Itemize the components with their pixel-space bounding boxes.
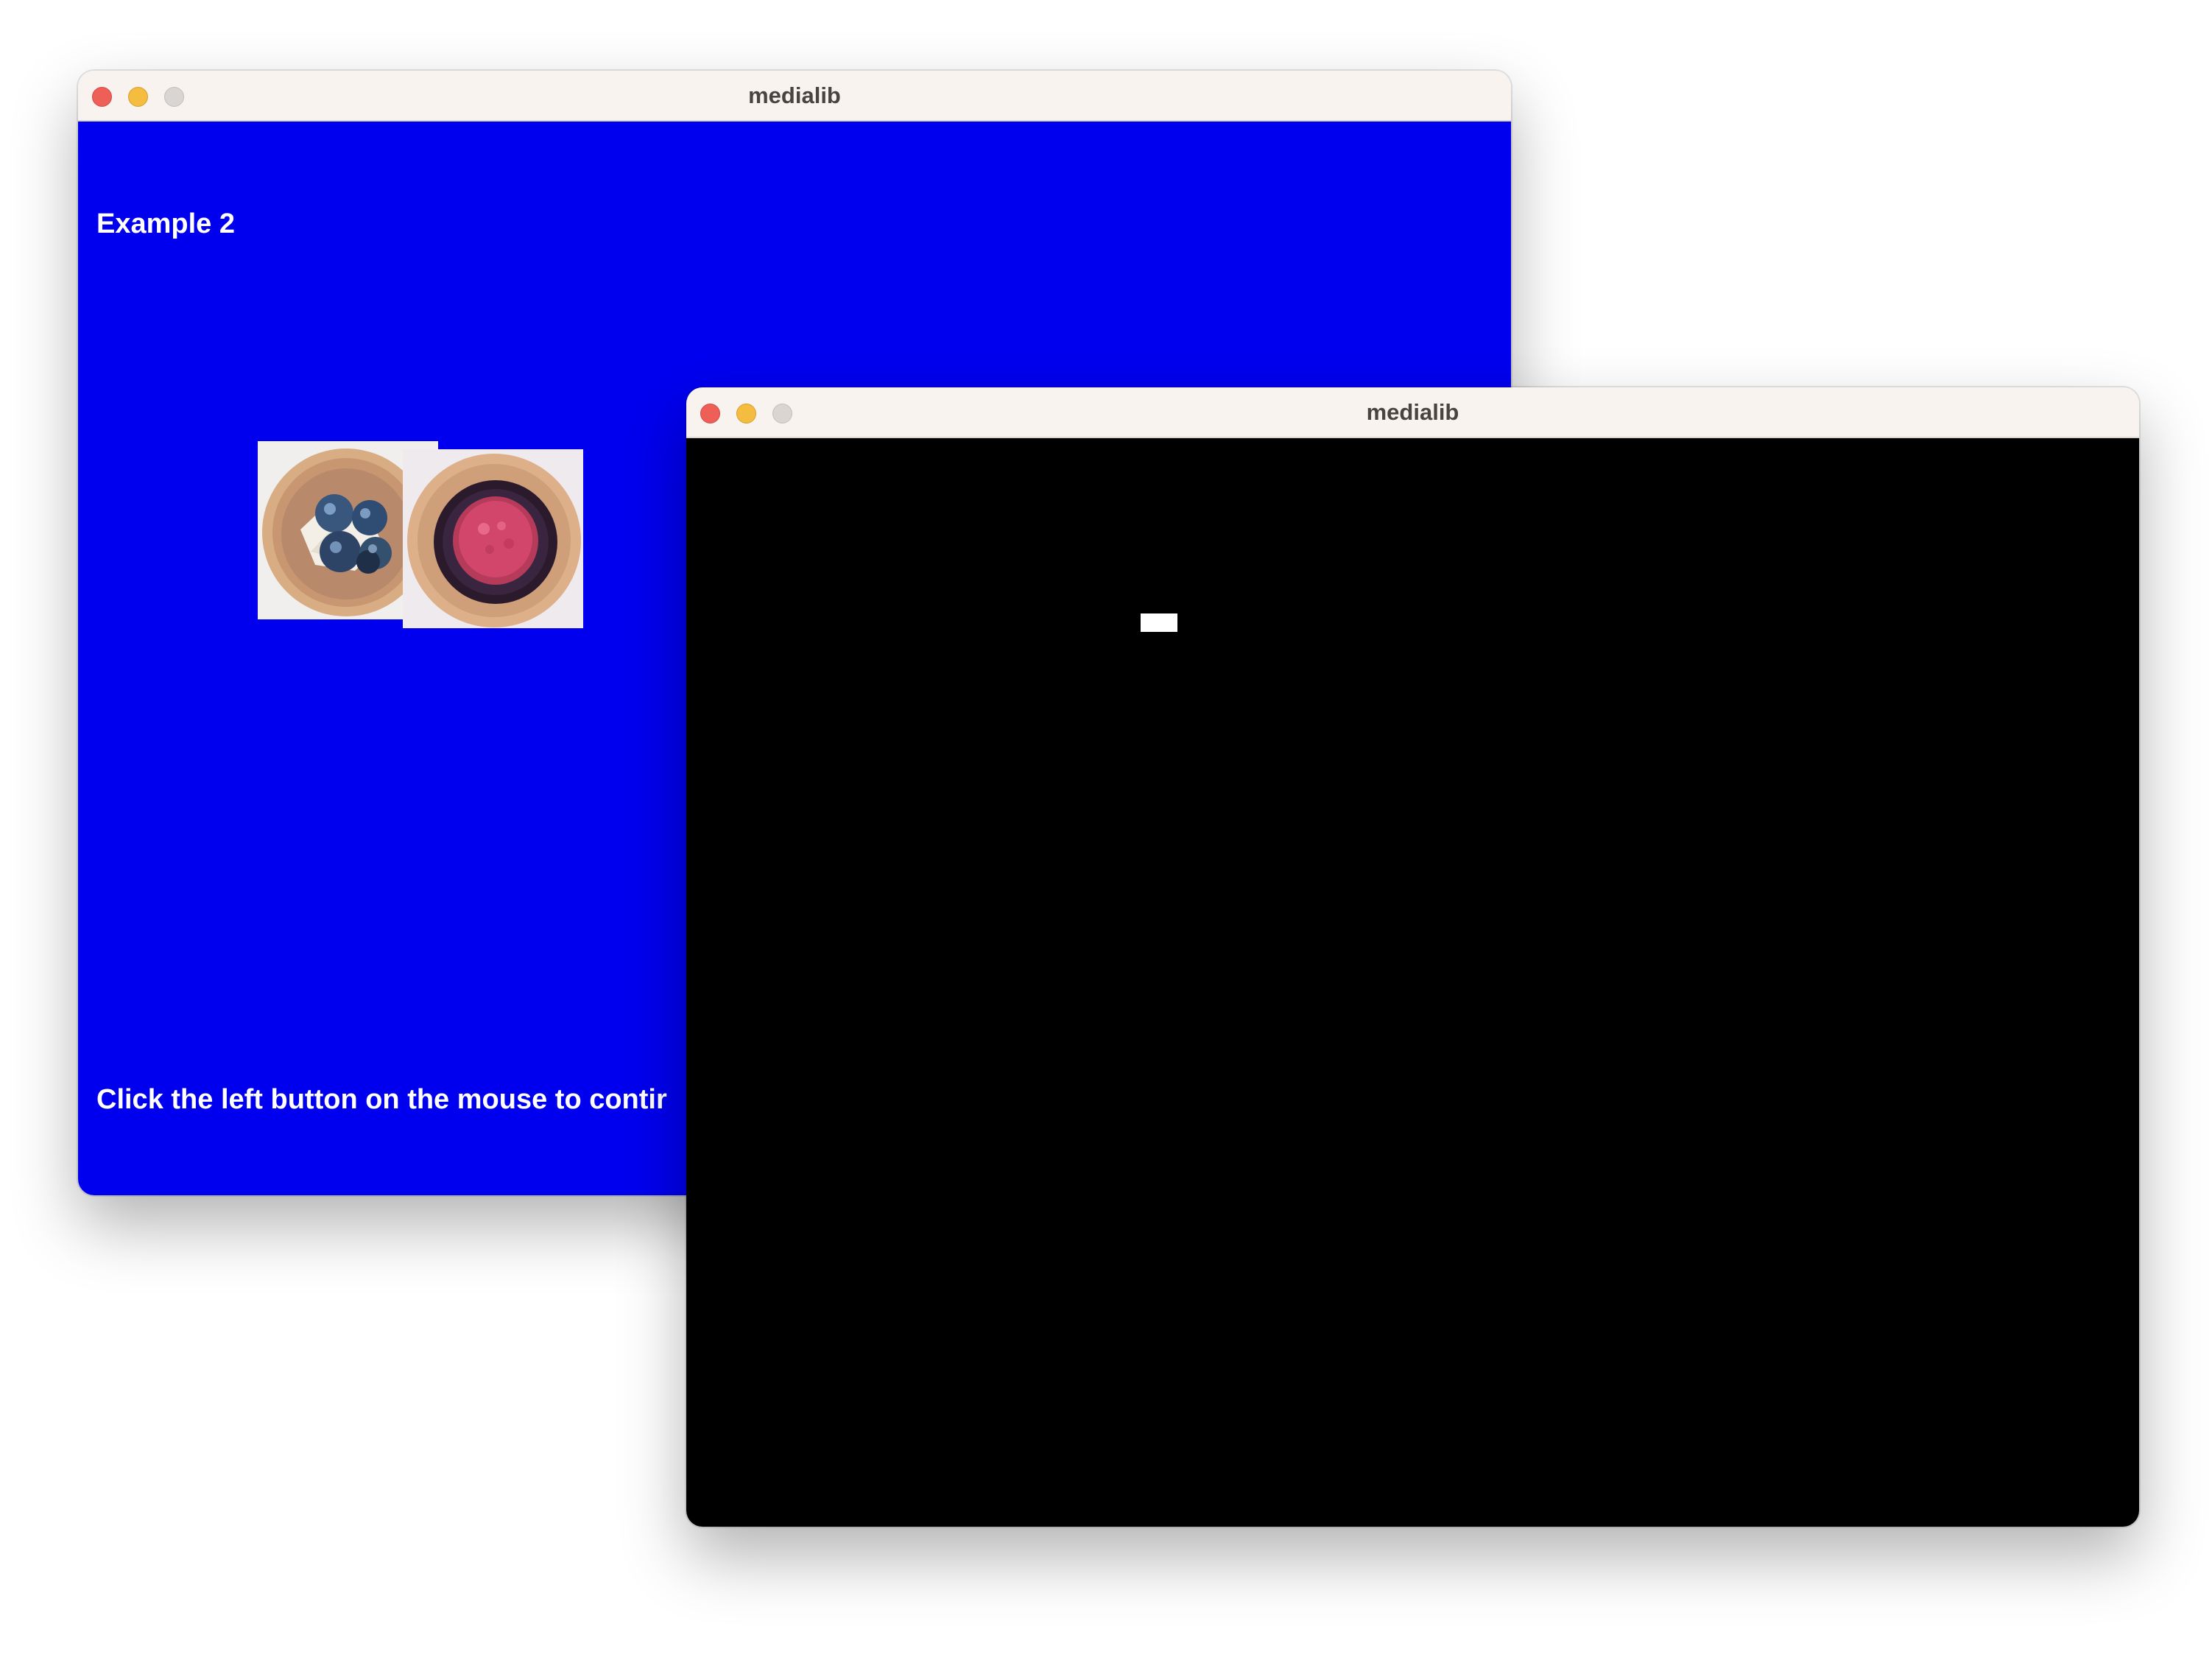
front-window-titlebar[interactable]: medialib	[686, 387, 2139, 438]
raspberry-tart-image	[403, 449, 583, 628]
white-rectangle-marker	[1141, 613, 1177, 632]
window-title: medialib	[748, 82, 841, 108]
front-window[interactable]: medialib	[686, 387, 2139, 1527]
instruction-text: Click the left button on the mouse to co…	[96, 1084, 667, 1115]
back-window-titlebar[interactable]: medialib	[78, 71, 1511, 122]
window-title: medialib	[1366, 399, 1459, 425]
example-heading: Example 2	[96, 208, 235, 239]
raspberry-tart-icon	[403, 449, 583, 628]
front-window-canvas[interactable]	[686, 438, 2139, 1527]
